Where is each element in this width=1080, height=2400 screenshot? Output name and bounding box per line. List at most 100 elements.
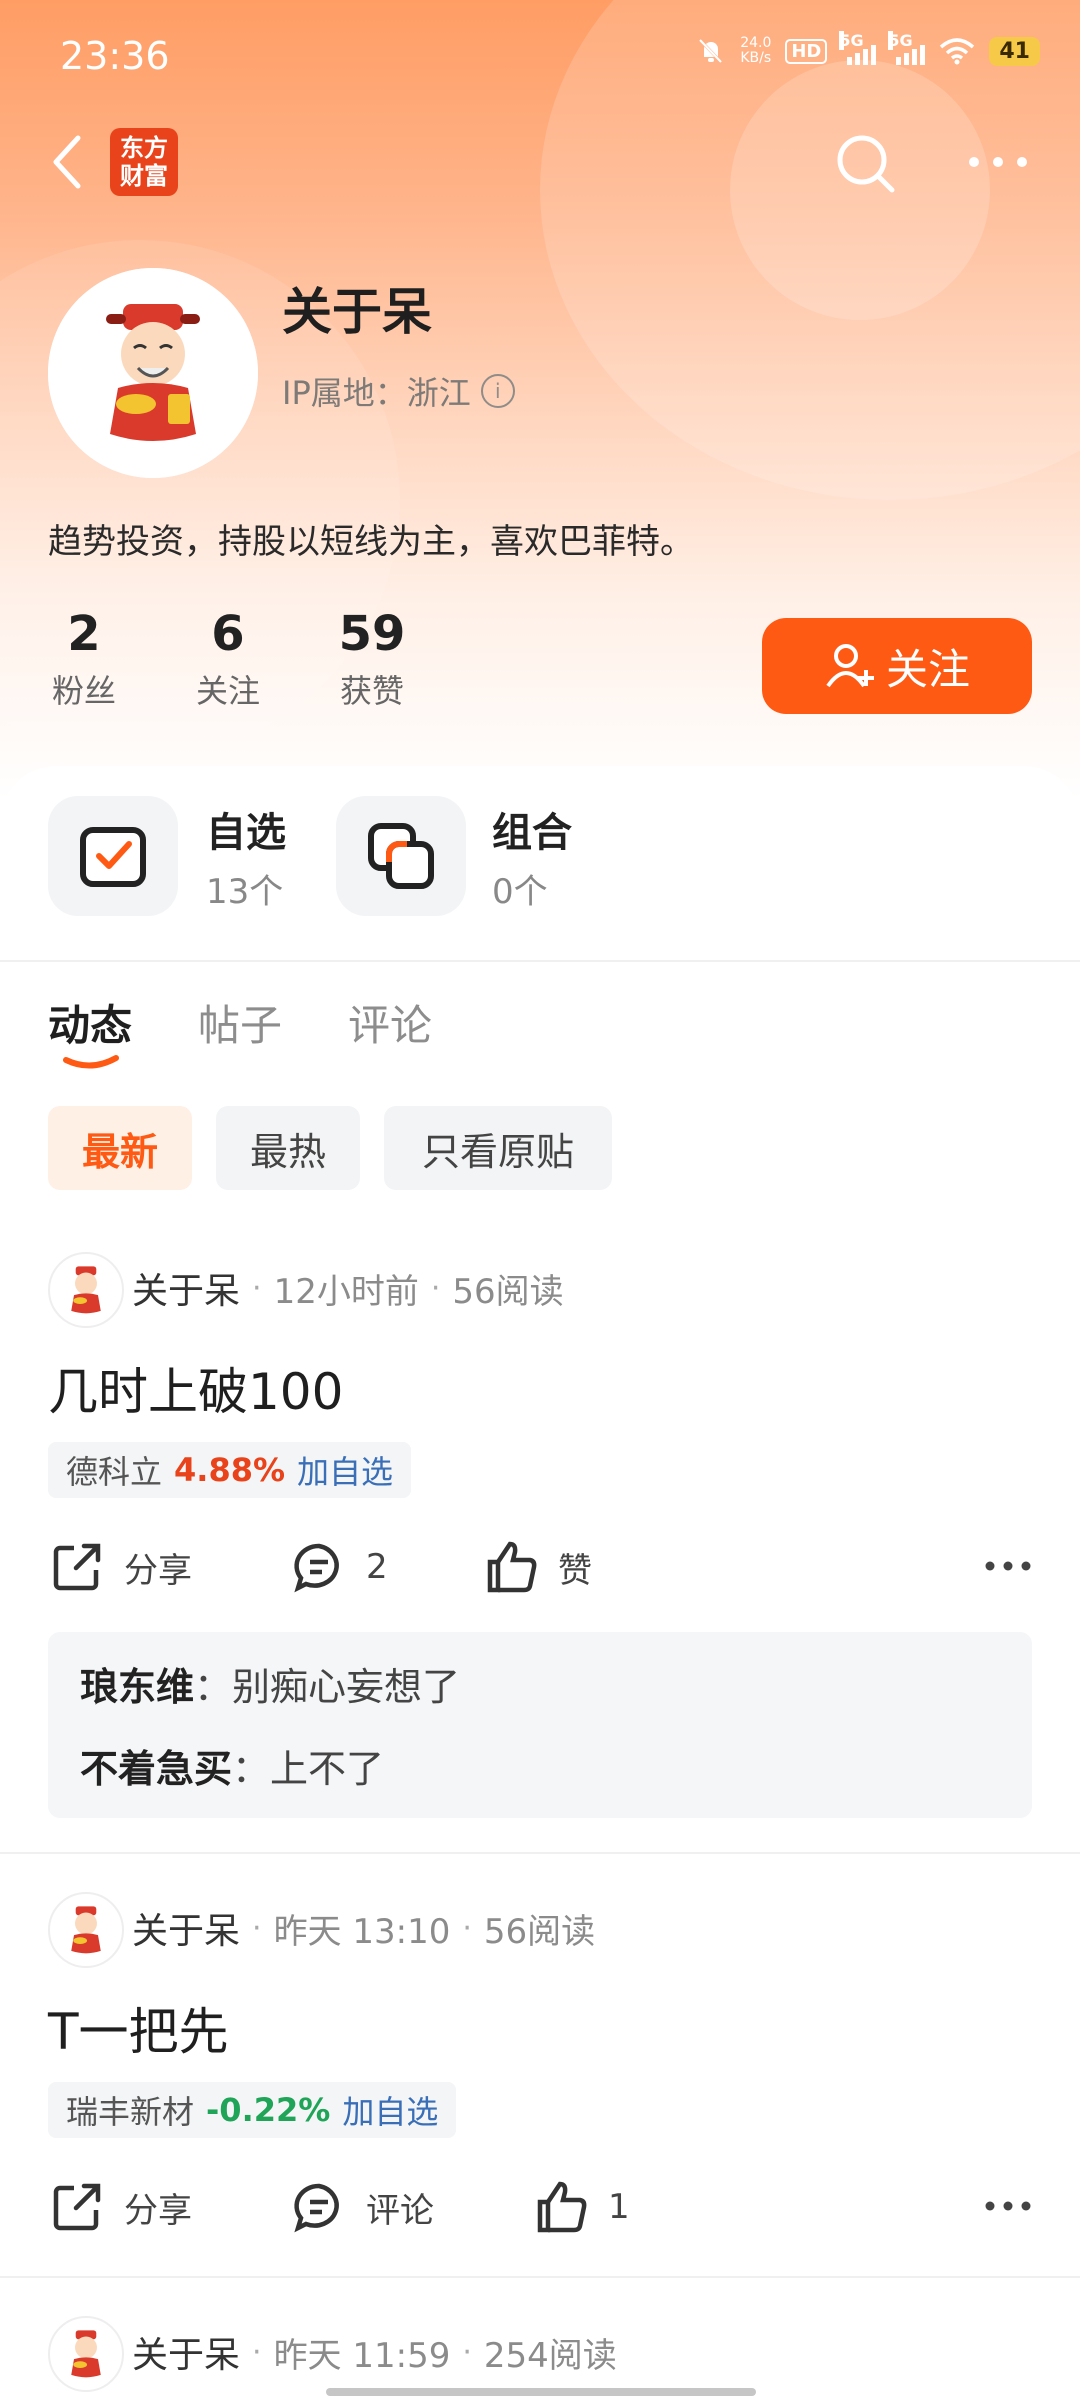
filter-original-only[interactable]: 只看原贴	[384, 1106, 612, 1190]
stat-label: 获赞	[339, 672, 404, 710]
comment-separator: ：	[232, 1747, 271, 1791]
stat-label: 粉丝	[51, 672, 116, 710]
watchlist-title[interactable]: 自选	[206, 800, 286, 858]
like-button[interactable]: 1	[532, 2178, 630, 2236]
post-author[interactable]: 关于呆	[132, 1262, 240, 1314]
comment-text: 别痴心妄想了	[232, 1665, 461, 1709]
stat-value: 6	[211, 606, 245, 662]
hd-voice-badge: HD	[785, 38, 828, 64]
home-indicator[interactable]	[326, 2388, 756, 2396]
status-icons: 24.0 KB/s HD 5G 5G 41	[696, 31, 1040, 66]
search-icon[interactable]	[830, 128, 900, 198]
signal-5g-icon: 5G	[839, 31, 877, 65]
share-label: 分享	[124, 2190, 192, 2231]
status-time: 23:36	[60, 34, 170, 78]
share-button[interactable]: 分享	[48, 1538, 192, 1596]
follow-button[interactable]: 关注	[762, 618, 1032, 714]
avatar[interactable]	[48, 1892, 124, 1968]
ip-location: IP属地：浙江 i	[282, 368, 515, 414]
fortune-god-avatar-icon	[71, 1906, 101, 1954]
post-time: 昨天 13:10	[273, 1911, 451, 1952]
post-read-count: 56阅读	[452, 1271, 564, 1312]
stat-followers[interactable]: 2 粉丝	[24, 606, 144, 712]
meta-separator: ·	[252, 2334, 262, 2370]
tab-activity[interactable]: 动态	[48, 992, 132, 1053]
share-button[interactable]: 分享	[48, 2178, 192, 2236]
comment-separator: ：	[194, 1665, 233, 1709]
net-speed-value: 24.0	[740, 35, 772, 51]
post-time: 12小时前	[273, 1271, 419, 1312]
post-read-count: 254阅读	[483, 2335, 617, 2376]
post-author[interactable]: 关于呆	[132, 2326, 240, 2378]
share-label: 分享	[124, 1550, 192, 1591]
avatar[interactable]	[48, 1252, 124, 1328]
signal-label: 5G	[888, 31, 913, 50]
post-meta: 关于呆 · 12小时前 · 56阅读	[132, 1262, 564, 1314]
comment-icon	[294, 2183, 339, 2233]
meta-separator: ·	[252, 1910, 262, 1946]
comment-text: 上不了	[270, 1747, 385, 1791]
avatar[interactable]	[48, 268, 258, 478]
stat-following[interactable]: 6 关注	[168, 606, 288, 712]
meta-separator: ·	[462, 2334, 472, 2370]
stat-value: 2	[67, 606, 101, 662]
comment-icon	[294, 1543, 339, 1593]
thumbs-up-icon	[487, 1541, 537, 1593]
share-icon	[53, 1543, 101, 1591]
portfolio-icon	[368, 823, 434, 889]
stock-change: -0.22%	[206, 2091, 331, 2129]
add-watchlist-link[interactable]: 加自选	[342, 2087, 438, 2133]
post-title[interactable]: 几时上破100	[48, 1352, 343, 1424]
stock-name: 瑞丰新材	[66, 2093, 195, 2131]
stock-name: 德科立	[66, 1453, 163, 1491]
add-watchlist-link[interactable]: 加自选	[297, 1447, 393, 1493]
avatar[interactable]	[48, 2316, 124, 2392]
signal-label: 5G	[839, 31, 864, 50]
profile-name: 关于呆	[282, 283, 432, 341]
ip-location-text: IP属地：浙江	[282, 374, 471, 412]
watchlist-count: 13个	[206, 872, 284, 912]
post-author[interactable]: 关于呆	[132, 1902, 240, 1954]
back-arrow-icon[interactable]	[44, 130, 92, 194]
watchlist-check-icon	[80, 827, 146, 887]
comment-line: 琅东维：别痴心妄想了	[80, 1656, 460, 1711]
watchlist-card[interactable]	[48, 796, 178, 916]
fortune-god-avatar-icon	[71, 1266, 101, 1314]
post-meta: 关于呆 · 昨天 11:59 · 254阅读	[132, 2326, 617, 2378]
more-options-icon[interactable]	[984, 2198, 1032, 2214]
app-logo: 东方 财富	[110, 128, 178, 196]
stock-tag[interactable]: 德科立 4.88% 加自选	[48, 1442, 412, 1498]
post-title[interactable]: T一把先	[48, 1992, 229, 2064]
post-actions: 分享 2 赞	[48, 1538, 1032, 1608]
stat-likes[interactable]: 59 获赞	[312, 606, 432, 712]
status-bar: 23:36 24.0 KB/s HD 5G 5G 41	[0, 0, 1080, 116]
comment-button[interactable]: 2	[290, 1538, 388, 1596]
like-label: 赞	[558, 1550, 592, 1591]
stock-tag[interactable]: 瑞丰新材 -0.22% 加自选	[48, 2082, 457, 2138]
portfolio-card[interactable]	[336, 796, 466, 916]
profile-bio: 趋势投资，持股以短线为主，喜欢巴菲特。	[48, 522, 694, 562]
post-time: 昨天 11:59	[273, 2335, 451, 2376]
share-icon	[53, 2183, 101, 2231]
comment-user[interactable]: 不着急买	[80, 1747, 232, 1791]
more-options-icon[interactable]	[966, 150, 1030, 174]
comment-button[interactable]: 评论	[290, 2178, 434, 2236]
like-button[interactable]: 赞	[482, 1538, 592, 1596]
tab-posts[interactable]: 帖子	[198, 992, 282, 1053]
tab-comments[interactable]: 评论	[348, 992, 432, 1053]
net-speed-unit: KB/s	[740, 50, 772, 66]
info-icon[interactable]: i	[480, 374, 515, 408]
meta-separator: ·	[462, 1910, 472, 1946]
stat-value: 59	[338, 606, 406, 662]
filter-hot[interactable]: 最热	[216, 1106, 360, 1190]
portfolio-title[interactable]: 组合	[492, 800, 572, 858]
comment-preview[interactable]: 琅东维：别痴心妄想了 不着急买：上不了	[48, 1632, 1032, 1818]
post-meta: 关于呆 · 昨天 13:10 · 56阅读	[132, 1902, 595, 1954]
comment-user[interactable]: 琅东维	[80, 1665, 194, 1709]
meta-separator: ·	[430, 1270, 441, 1306]
comment-line: 不着急买：上不了	[80, 1738, 384, 1793]
like-count: 1	[608, 2187, 630, 2227]
more-options-icon[interactable]	[984, 1558, 1032, 1574]
net-speed: 24.0 KB/s	[740, 36, 771, 66]
filter-latest[interactable]: 最新	[48, 1106, 192, 1190]
